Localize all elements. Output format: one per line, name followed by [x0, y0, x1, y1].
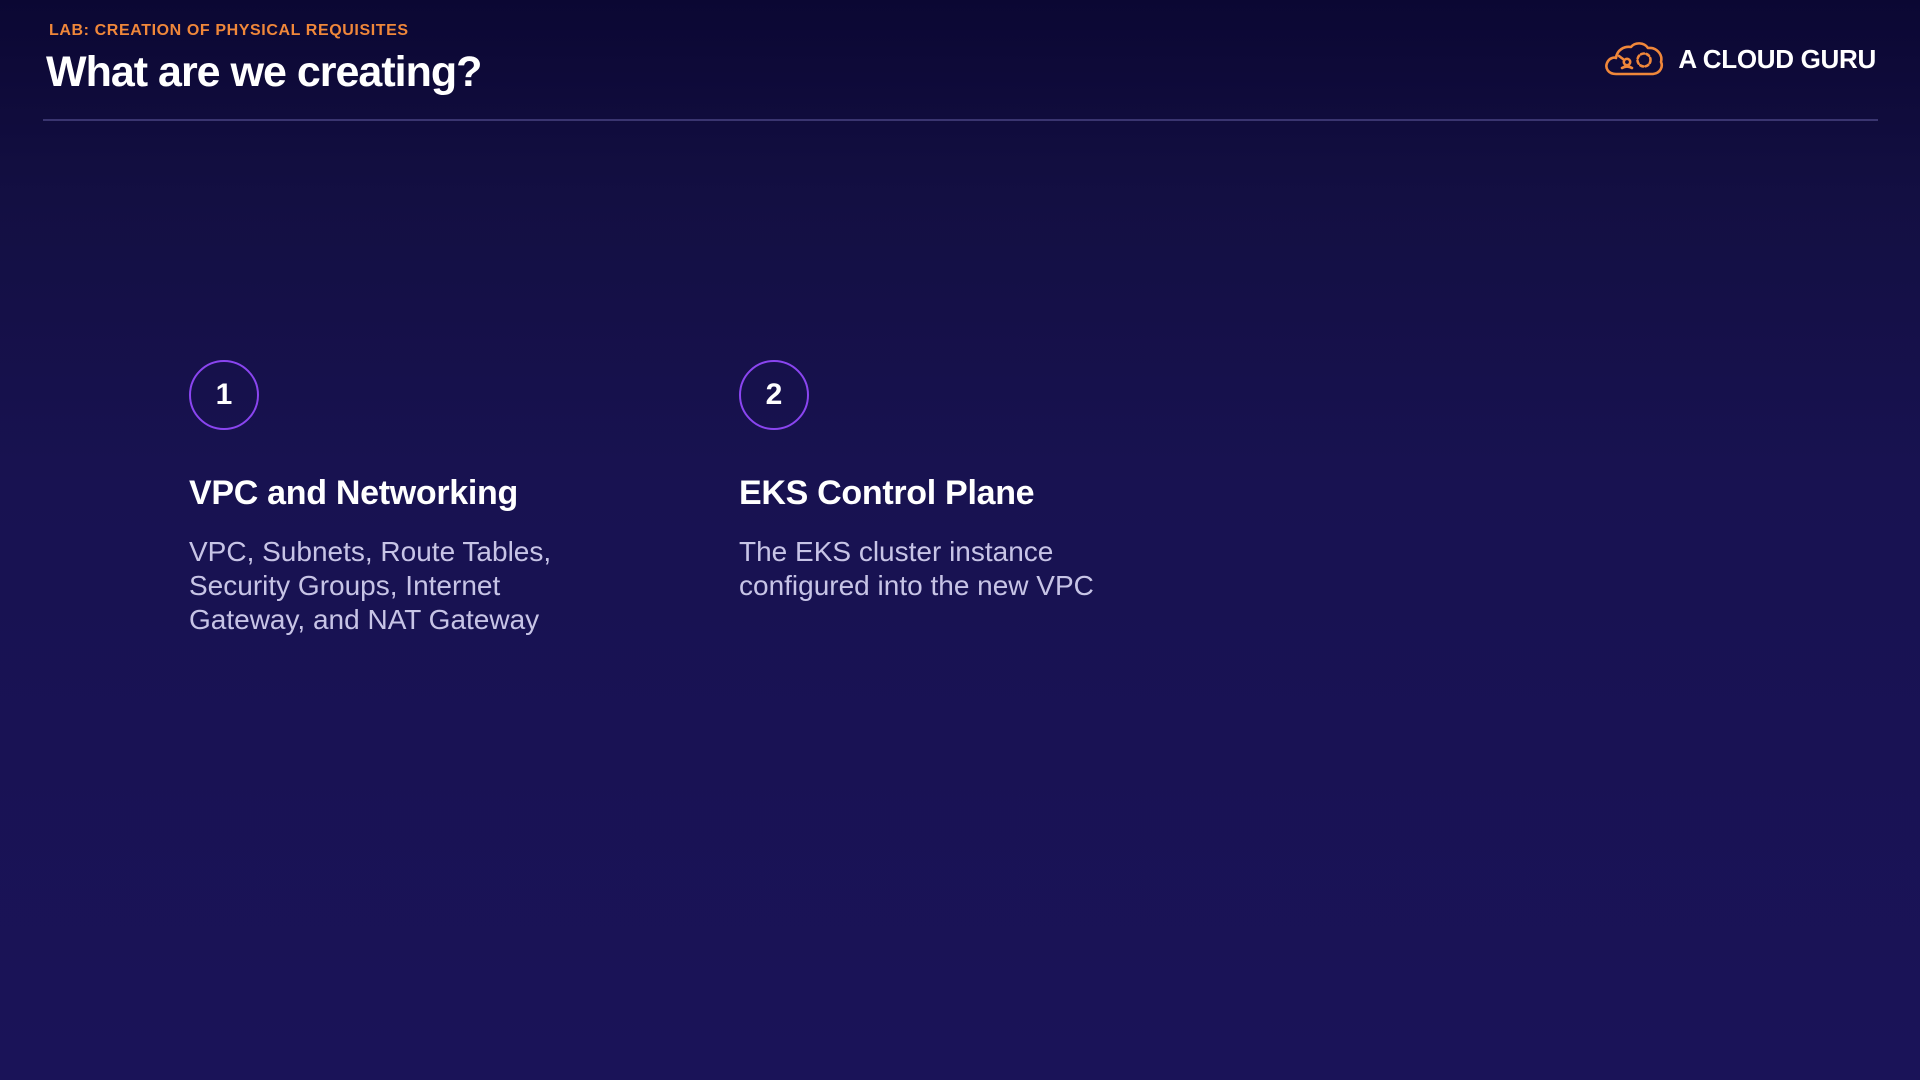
cloud-logo-icon: [1602, 38, 1666, 80]
step-title: EKS Control Plane: [739, 474, 1035, 512]
step-description: VPC, Subnets, Route Tables, Security Gro…: [189, 536, 552, 635]
step-card-1: 1 VPC and Networking VPC, Subnets, Route…: [189, 360, 649, 637]
header-divider: [43, 119, 1878, 121]
brand-name: A CLOUD GURU: [1678, 43, 1876, 74]
slide-title: What are we creating?: [46, 48, 482, 96]
brand-logo: A CLOUD GURU: [1602, 38, 1876, 80]
lab-kicker: LAB: CREATION OF PHYSICAL REQUISITES: [49, 22, 409, 39]
step-number-badge: 2: [739, 360, 809, 430]
slide-header: LAB: CREATION OF PHYSICAL REQUISITES Wha…: [0, 0, 1920, 122]
step-title: VPC and Networking: [189, 474, 518, 512]
step-description: The EKS cluster instance configured into…: [739, 536, 1094, 601]
step-card-2: 2 EKS Control Plane The EKS cluster inst…: [739, 360, 1199, 603]
step-number-badge: 1: [189, 360, 259, 430]
